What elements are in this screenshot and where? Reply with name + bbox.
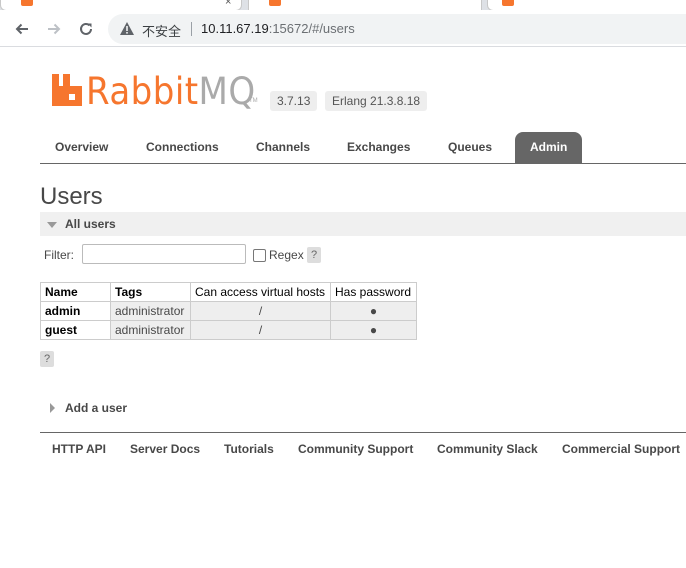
column-header-name[interactable]: Name [40,282,111,302]
collapse-triangle-icon [47,222,57,228]
footer-link-commercial-support[interactable]: Commercial Support [562,442,680,456]
erlang-badge: Erlang 21.3.8.18 [325,91,428,111]
table-row[interactable]: admin administrator / ● [40,301,417,321]
divider [191,22,192,36]
version-badge: 3.7.13 [270,91,318,111]
url-host: 10.11.67.19 [201,21,269,36]
user-vhosts: / [190,320,331,340]
warning-icon[interactable] [120,22,134,40]
all-users-section-header[interactable]: All users [40,212,686,236]
table-help-button[interactable]: ? [40,351,54,367]
table-header-row: Name Tags Can access virtual hosts Has p… [40,282,417,302]
all-users-title: All users [65,217,116,231]
insecure-label: 不安全 [142,24,182,39]
user-name-link[interactable]: guest [40,320,111,340]
rabbit-logo-icon [52,74,82,106]
browser-tab-active[interactable] [248,0,482,10]
url-text[interactable]: 10.11.67.19:15672/#/users [201,21,355,36]
regex-checkbox[interactable] [253,249,266,262]
forward-icon[interactable] [43,18,65,40]
users-table: Name Tags Can access virtual hosts Has p… [40,282,417,340]
tab-exchanges[interactable]: Exchanges [347,132,410,163]
column-header-has-password[interactable]: Has password [330,282,417,302]
regex-help-button[interactable]: ? [307,247,321,263]
footer-link-community-support[interactable]: Community Support [298,442,413,456]
page-title: Users [40,183,103,210]
main-nav: Overview Connections Channels Exchanges … [40,132,686,164]
column-header-tags[interactable]: Tags [110,282,191,302]
add-user-title: Add a user [65,401,128,415]
user-name-link[interactable]: admin [40,301,111,321]
expand-triangle-icon [50,403,55,413]
logo-rabbit-text: Rabbit [86,70,199,113]
filter-label: Filter: [44,248,74,262]
has-password-dot-icon: ● [330,320,417,340]
trademark-mark: TM [249,98,258,104]
address-bar[interactable]: 不安全 10.11.67.19:15672/#/users [108,14,686,44]
column-header-vhosts[interactable]: Can access virtual hosts [190,282,331,302]
footer-link-tutorials[interactable]: Tutorials [224,442,274,456]
rabbitmq-favicon-icon [21,0,33,6]
footer: HTTP API Server Docs Tutorials Community… [40,432,686,463]
user-tags: administrator [110,320,191,340]
footer-link-http-api[interactable]: HTTP API [52,442,106,456]
filter-input[interactable] [82,244,246,264]
tab-admin[interactable]: Admin [515,132,583,163]
close-tab-icon[interactable]: × [225,0,231,8]
reload-icon[interactable] [75,18,97,40]
rabbitmq-favicon-icon [269,0,281,6]
browser-tabstrip: × [0,0,686,11]
url-path: :15672/#/users [268,21,355,36]
back-icon[interactable] [11,18,33,40]
footer-link-community-slack[interactable]: Community Slack [437,442,538,456]
regex-label: Regex [269,248,304,262]
tab-overview[interactable]: Overview [55,132,108,163]
logo-wordmark: RabbitMQ [86,70,256,113]
has-password-dot-icon: ● [330,301,417,321]
table-row[interactable]: guest administrator / ● [40,320,417,340]
user-vhosts: / [190,301,331,321]
user-tags: administrator [110,301,191,321]
tab-channels[interactable]: Channels [256,132,310,163]
tab-queues[interactable]: Queues [448,132,492,163]
footer-link-server-docs[interactable]: Server Docs [130,442,200,456]
logo-mq-text: MQ [198,70,256,113]
rabbitmq-favicon-icon [502,0,514,6]
tab-connections[interactable]: Connections [146,132,219,163]
add-user-section-header[interactable]: Add a user [40,398,686,418]
